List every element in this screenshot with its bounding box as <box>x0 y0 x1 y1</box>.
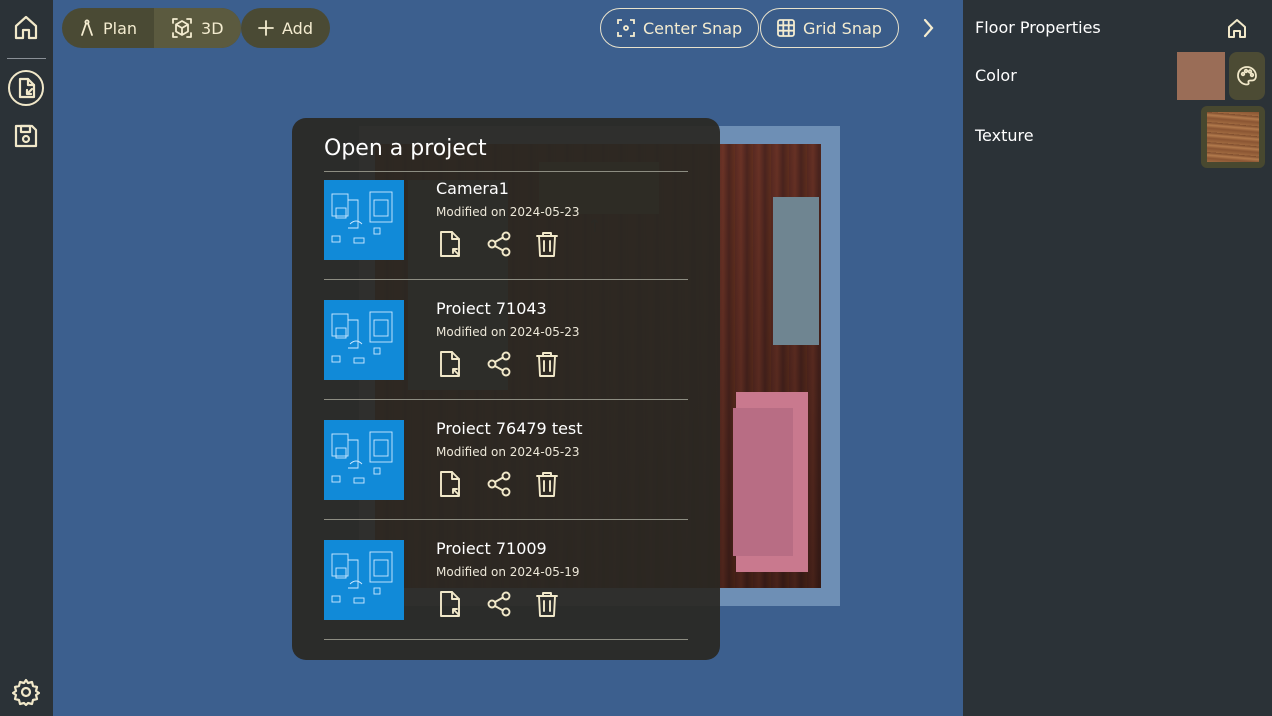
texture-selector[interactable] <box>1201 106 1265 168</box>
open-project-action[interactable] <box>436 469 466 499</box>
home-button[interactable] <box>6 7 46 47</box>
project-thumbnail[interactable] <box>324 540 404 620</box>
view-mode-toggle: Plan 3D <box>62 8 241 48</box>
project-modified-date: Modified on 2024-05-23 <box>436 325 580 339</box>
project-thumbnail[interactable] <box>324 300 404 380</box>
rail-divider <box>7 58 46 59</box>
open-file-icon <box>440 351 460 377</box>
add-label: Add <box>282 18 313 38</box>
palette-icon <box>1237 66 1257 86</box>
home-icon <box>14 15 38 40</box>
project-name: Proiect 76479 test <box>436 419 583 438</box>
grid-icon <box>777 19 795 37</box>
share-icon <box>487 471 511 497</box>
open-file-icon <box>440 231 460 257</box>
project-name: Proiect 71043 <box>436 299 547 318</box>
project-item[interactable]: Camera1 Modified on 2024-05-23 <box>324 171 688 291</box>
project-modified-date: Modified on 2024-05-19 <box>436 565 580 579</box>
delete-project-action[interactable] <box>532 469 562 499</box>
save-icon <box>14 124 38 148</box>
trash-icon <box>536 592 558 617</box>
project-thumbnail[interactable] <box>324 420 404 500</box>
texture-label: Texture <box>975 126 1034 145</box>
project-item[interactable]: Proiect 76479 test Modified on 2024-05-2… <box>324 411 688 531</box>
color-picker-button[interactable] <box>1229 52 1265 100</box>
project-name: Proiect 71009 <box>436 539 547 558</box>
trash-icon <box>536 352 558 377</box>
floorplan-thumbnail-icon <box>331 311 393 364</box>
center-snap-button[interactable]: Center Snap <box>600 8 760 48</box>
share-icon <box>487 591 511 617</box>
plan-view-button[interactable]: Plan <box>62 8 154 48</box>
project-actions <box>436 589 562 619</box>
trash-icon <box>536 232 558 257</box>
open-file-icon <box>440 471 460 497</box>
share-project-action[interactable] <box>484 589 514 619</box>
center-snap-icon <box>617 19 635 37</box>
share-project-action[interactable] <box>484 229 514 259</box>
delete-project-action[interactable] <box>532 349 562 379</box>
panel-home-button[interactable] <box>1225 14 1249 42</box>
project-item[interactable]: Proiect 71009 Modified on 2024-05-19 <box>324 531 688 651</box>
project-actions <box>436 229 562 259</box>
share-icon <box>487 351 511 377</box>
trash-icon <box>536 472 558 497</box>
project-item[interactable]: Proiect 71043 Modified on 2024-05-23 <box>324 291 688 411</box>
project-actions <box>436 349 562 379</box>
open-project-action[interactable] <box>436 349 466 379</box>
save-button[interactable] <box>6 116 46 156</box>
floorplan-thumbnail-icon <box>331 551 393 604</box>
three-d-label: 3D <box>201 18 224 38</box>
home-icon <box>1228 19 1246 38</box>
open-project-button[interactable] <box>6 68 46 108</box>
project-thumbnail[interactable] <box>324 180 404 260</box>
panel-title: Floor Properties <box>975 18 1101 37</box>
floorplan-thumbnail-icon <box>331 431 393 484</box>
compass-icon <box>81 19 93 36</box>
add-button[interactable]: Add <box>241 8 330 48</box>
color-swatch[interactable] <box>1177 52 1225 100</box>
share-icon <box>487 231 511 257</box>
open-file-icon <box>440 591 460 617</box>
cabinet-object[interactable] <box>773 197 819 345</box>
divider <box>324 399 688 400</box>
share-project-action[interactable] <box>484 349 514 379</box>
open-file-icon <box>8 70 44 106</box>
project-modified-date: Modified on 2024-05-23 <box>436 205 580 219</box>
open-project-dialog: Open a project Camera1 Modified on 2024-… <box>292 118 720 660</box>
settings-icon <box>12 678 40 706</box>
plus-icon <box>258 20 274 36</box>
left-rail <box>0 0 53 716</box>
divider <box>324 639 688 640</box>
divider <box>324 279 688 280</box>
divider <box>324 519 688 520</box>
floorplan-thumbnail-icon <box>331 191 393 244</box>
bed-object-shadow <box>733 408 793 556</box>
share-project-action[interactable] <box>484 469 514 499</box>
chevron-right-icon <box>923 18 934 38</box>
wood-texture-preview <box>1207 112 1259 162</box>
project-name: Camera1 <box>436 179 509 198</box>
grid-snap-label: Grid Snap <box>803 18 882 38</box>
delete-project-action[interactable] <box>532 589 562 619</box>
cube-icon <box>172 18 192 38</box>
open-project-action[interactable] <box>436 589 466 619</box>
project-actions <box>436 469 562 499</box>
center-snap-label: Center Snap <box>643 18 743 38</box>
plan-label: Plan <box>103 18 138 38</box>
three-d-view-button[interactable]: 3D <box>154 8 241 48</box>
add-button-content: Add <box>241 8 330 48</box>
dialog-title: Open a project <box>324 136 487 161</box>
grid-snap-button[interactable]: Grid Snap <box>760 8 899 48</box>
color-label: Color <box>975 66 1017 85</box>
open-project-action[interactable] <box>436 229 466 259</box>
project-modified-date: Modified on 2024-05-23 <box>436 445 580 459</box>
settings-button[interactable] <box>6 672 46 712</box>
floor-properties-panel: Floor Properties Color Texture <box>963 0 1272 716</box>
delete-project-action[interactable] <box>532 229 562 259</box>
chevron-right-button[interactable] <box>916 14 940 42</box>
